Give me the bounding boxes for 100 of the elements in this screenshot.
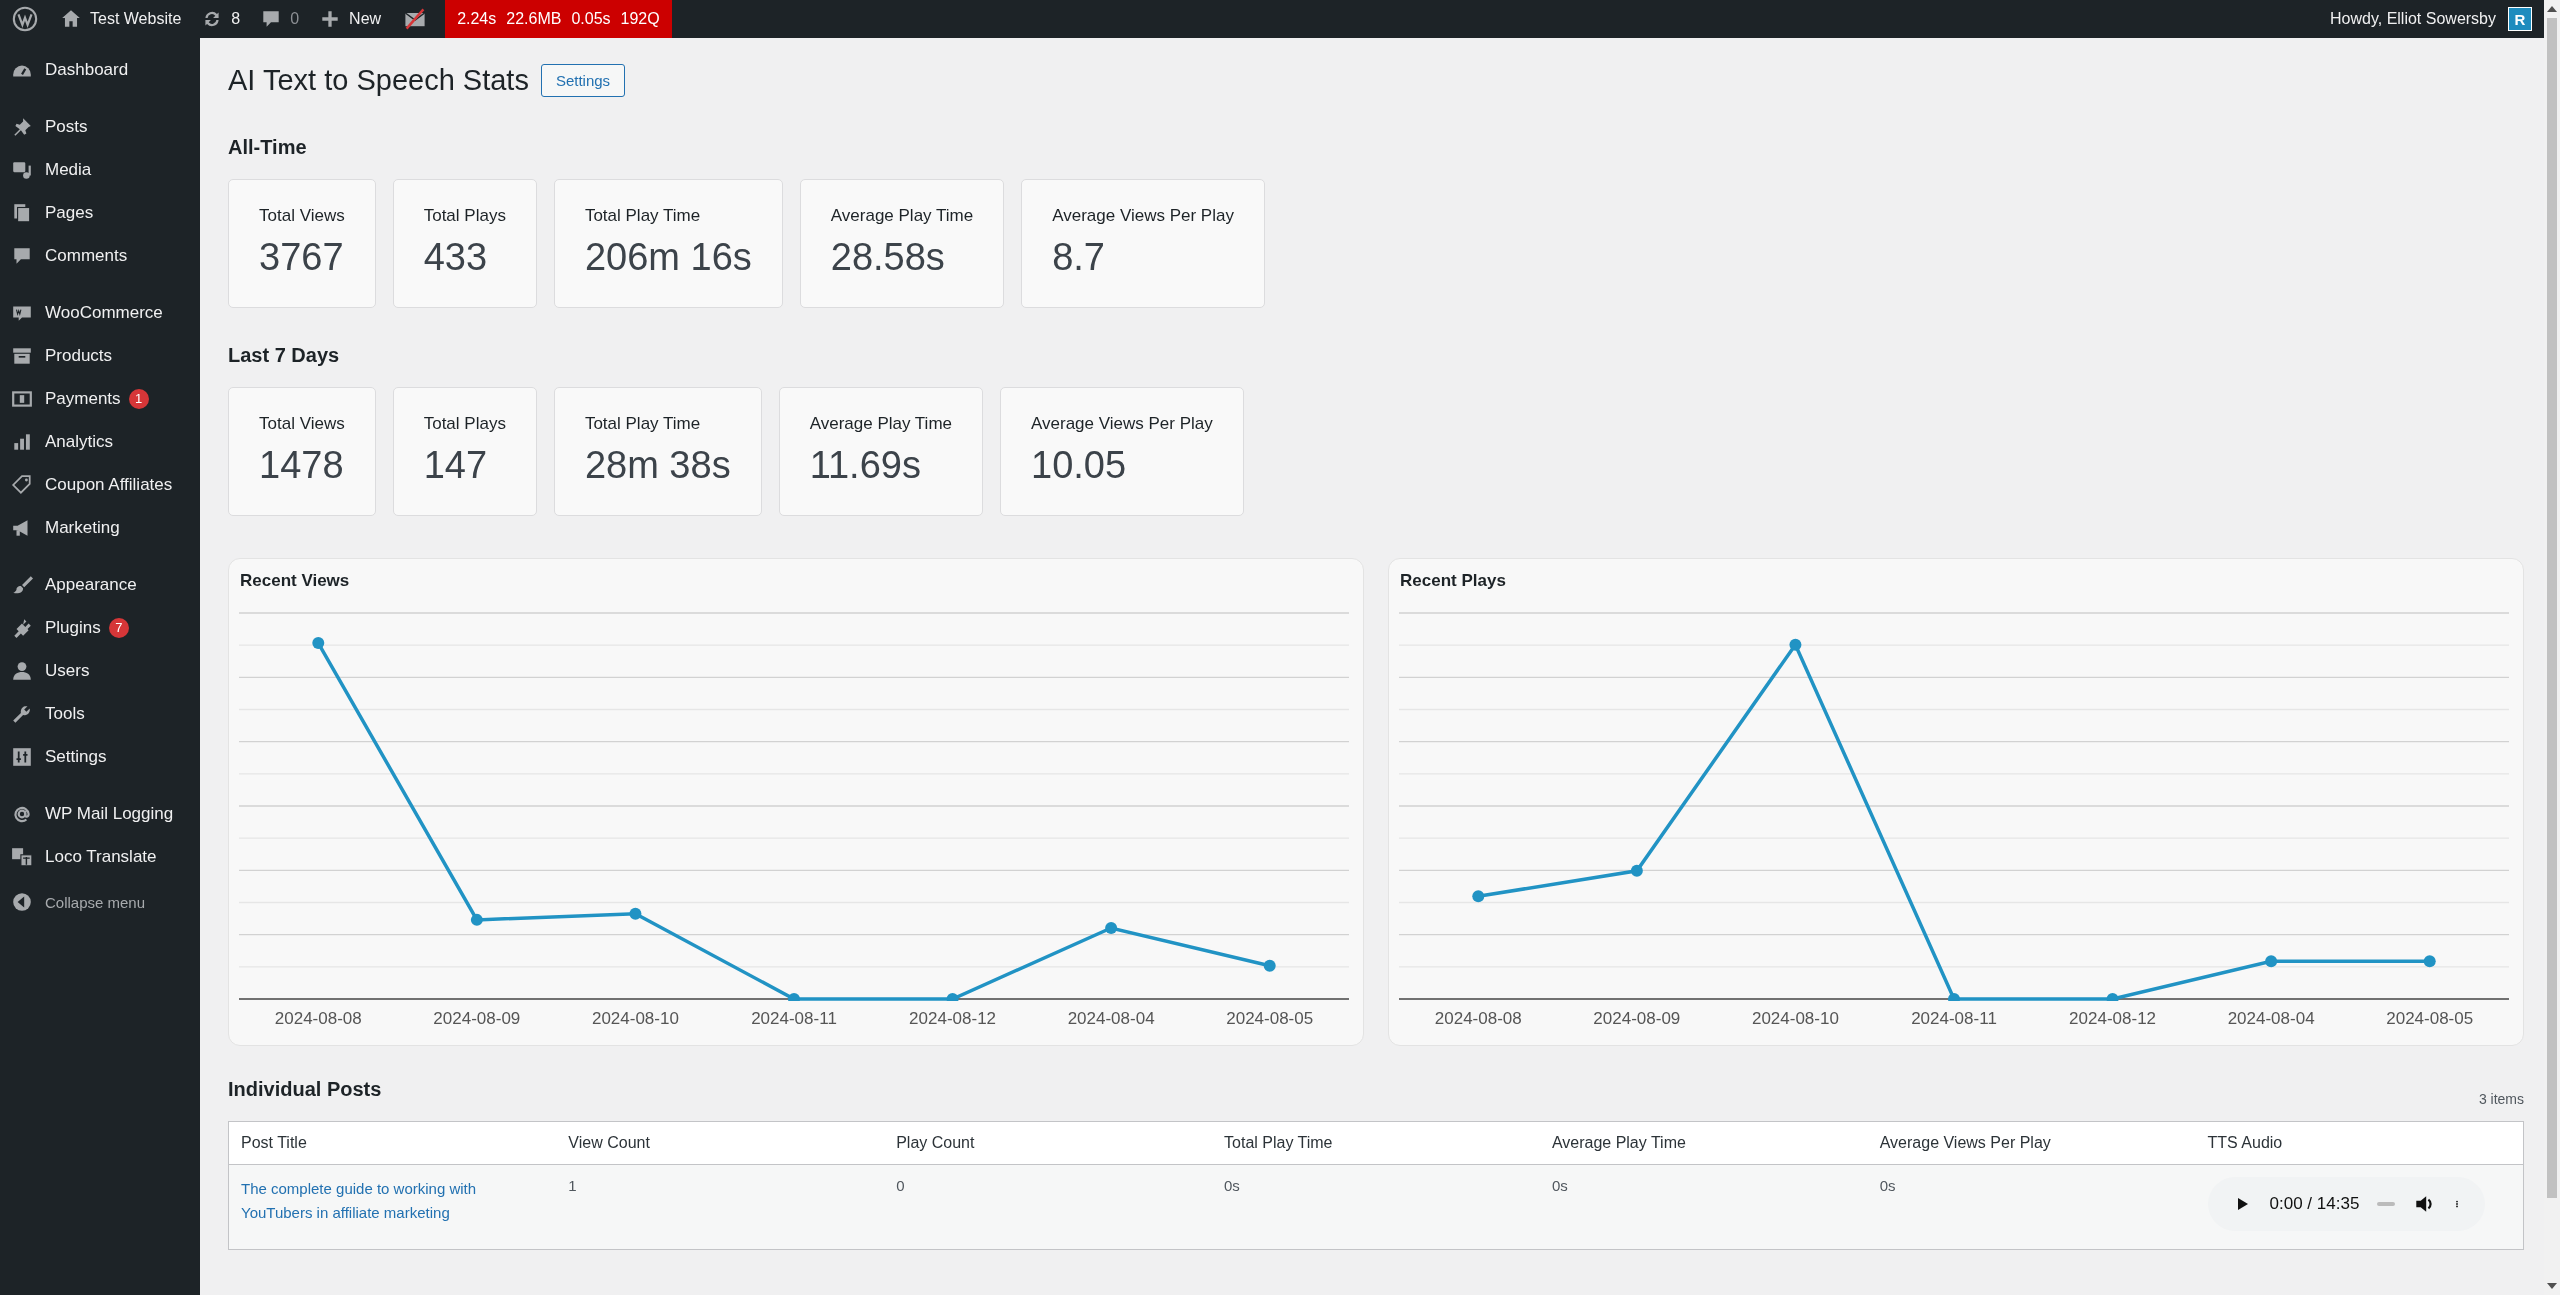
stat-label: Average Play Time bbox=[830, 206, 974, 226]
menu-item[interactable]: Analytics bbox=[0, 420, 200, 463]
user-greeting[interactable]: Howdy, Elliot Sowersby bbox=[2330, 10, 2496, 28]
plug-icon bbox=[11, 616, 33, 639]
item-count: 3 items bbox=[2478, 1091, 2524, 1107]
menu-item[interactable]: Posts bbox=[0, 105, 200, 148]
data-point bbox=[1948, 993, 1960, 1001]
axis-label: 2024-08-09 bbox=[433, 1009, 521, 1029]
tag-icon bbox=[11, 473, 33, 496]
stat-label: Total Views bbox=[259, 414, 345, 434]
menu-item[interactable]: Media bbox=[0, 148, 200, 191]
axis-label: 2024-08-10 bbox=[591, 1009, 679, 1029]
data-point bbox=[1630, 864, 1643, 877]
stat-value: 206m 16s bbox=[584, 236, 752, 279]
stat-label: Total Views bbox=[259, 206, 345, 226]
data-point bbox=[946, 993, 959, 1001]
axis-label: 2024-08-11 bbox=[1911, 1009, 1997, 1029]
menu-item[interactable]: Appearance bbox=[0, 563, 200, 606]
stat-label: Average Views Per Play bbox=[1052, 206, 1234, 226]
stat-label: Total Play Time bbox=[584, 206, 702, 226]
audio-time: 0:00 / 14:35 bbox=[2269, 1194, 2360, 1214]
page-title: AI Text to Speech Stats bbox=[228, 63, 529, 97]
section-heading: Individual Posts bbox=[228, 1078, 382, 1101]
stat-value: 28m 38s bbox=[584, 444, 731, 487]
menu-item[interactable]: Comments bbox=[0, 234, 200, 277]
stat-value: 3767 bbox=[259, 236, 345, 279]
column-header[interactable]: Average Views Per Play bbox=[1867, 1121, 2196, 1165]
admin-bar-link[interactable]: New bbox=[349, 10, 382, 28]
menu-item[interactable]: WP Mail Logging bbox=[0, 792, 200, 835]
wordpress-logo-icon[interactable] bbox=[12, 6, 38, 32]
menu-item[interactable]: Coupon Affiliates bbox=[0, 463, 200, 506]
axis-label: 2024-08-08 bbox=[274, 1009, 362, 1029]
chart-title: Recent Plays bbox=[1400, 571, 1507, 591]
menu-item[interactable]: Payments 1 bbox=[0, 377, 200, 420]
data-point bbox=[1472, 890, 1485, 903]
admin-bar-link[interactable]: 8 bbox=[231, 10, 241, 28]
stat-label: Total Plays bbox=[423, 414, 506, 434]
collapse-menu-button[interactable]: Collapse menu bbox=[0, 884, 200, 920]
column-header[interactable]: Post Title bbox=[228, 1121, 557, 1165]
chart-title: Recent Views bbox=[240, 571, 351, 591]
axis-label: 2024-08-04 bbox=[2227, 1009, 2315, 1029]
home-icon[interactable] bbox=[60, 8, 82, 30]
count-badge: 7 bbox=[108, 617, 129, 638]
stat-value: 1478 bbox=[259, 444, 345, 487]
stat-label: Average Play Time bbox=[809, 414, 952, 434]
data-point bbox=[470, 913, 483, 926]
left-arrow-circle-icon bbox=[11, 891, 33, 913]
translate-icon bbox=[11, 845, 33, 868]
axis-label: 2024-08-08 bbox=[1434, 1009, 1522, 1029]
data-point bbox=[2106, 993, 2119, 1001]
data-point bbox=[2423, 955, 2436, 968]
menu-item[interactable]: Tools bbox=[0, 692, 200, 735]
menu-item[interactable]: Marketing bbox=[0, 506, 200, 549]
menu-item[interactable]: Loco Translate bbox=[0, 835, 200, 878]
table-cell: 1 bbox=[568, 1177, 577, 1194]
column-header[interactable]: View Count bbox=[556, 1121, 885, 1165]
axis-label: 2024-08-12 bbox=[2069, 1009, 2157, 1029]
data-point bbox=[312, 637, 325, 650]
audio-player[interactable]: 0:00 / 14:35 bbox=[2207, 1177, 2486, 1231]
menu-item[interactable]: Pages bbox=[0, 191, 200, 234]
table-cell: 0s bbox=[1224, 1177, 1240, 1194]
column-header[interactable]: Average Play Time bbox=[1539, 1121, 1868, 1165]
column-header[interactable]: Total Play Time bbox=[1212, 1121, 1540, 1165]
data-point bbox=[1789, 638, 1802, 651]
data-point bbox=[788, 993, 800, 1001]
axis-label: 2024-08-12 bbox=[909, 1009, 997, 1029]
table-cell: 0s bbox=[1879, 1177, 1896, 1194]
menu-item[interactable]: WooCommerce bbox=[0, 291, 200, 334]
stat-label: Average Views Per Play bbox=[1031, 414, 1213, 434]
data-point bbox=[1105, 922, 1118, 934]
menu-item[interactable]: Dashboard bbox=[0, 48, 200, 91]
user-avatar[interactable]: R bbox=[2508, 7, 2532, 31]
table-cell: 0s bbox=[1551, 1177, 1568, 1194]
stat-label: Total Play Time bbox=[584, 414, 702, 434]
menu-item[interactable]: Products bbox=[0, 334, 200, 377]
post-title-link[interactable]: The complete guide to working with YouTubers in affiliate marketing bbox=[241, 1177, 545, 1225]
stat-value: 433 bbox=[423, 236, 489, 279]
menu-item[interactable]: Plugins 7 bbox=[0, 606, 200, 649]
axis-label: 2024-08-05 bbox=[1226, 1009, 1314, 1029]
axis-label: 2024-08-10 bbox=[1751, 1009, 1839, 1029]
menu-item[interactable]: Users bbox=[0, 649, 200, 692]
column-header[interactable]: Play Count bbox=[884, 1121, 1213, 1165]
stat-value: 10.05 bbox=[1031, 444, 1128, 487]
axis-label: 2024-08-09 bbox=[1593, 1009, 1681, 1029]
data-point bbox=[2265, 955, 2278, 968]
table-cell: 0 bbox=[896, 1177, 905, 1194]
crossed-mail-icon[interactable] bbox=[403, 7, 428, 31]
section-heading: All-Time bbox=[228, 136, 308, 159]
stat-label: Total Plays bbox=[423, 206, 506, 226]
settings-button[interactable]: Settings bbox=[540, 63, 626, 97]
comment-count[interactable]: 0 bbox=[290, 10, 300, 28]
person-icon bbox=[11, 659, 33, 682]
sliders-icon bbox=[11, 745, 33, 768]
menu-item[interactable]: Settings bbox=[0, 735, 200, 778]
admin-bar-link[interactable]: Test Website bbox=[90, 10, 182, 28]
performance-stats[interactable]: 2.24s 22.6MB 0.05s 192Q bbox=[445, 0, 672, 38]
axis-label: 2024-08-11 bbox=[751, 1009, 837, 1029]
column-header[interactable]: TTS Audio bbox=[2195, 1121, 2524, 1165]
stat-value: 11.69s bbox=[809, 444, 922, 487]
data-point bbox=[1263, 959, 1276, 972]
